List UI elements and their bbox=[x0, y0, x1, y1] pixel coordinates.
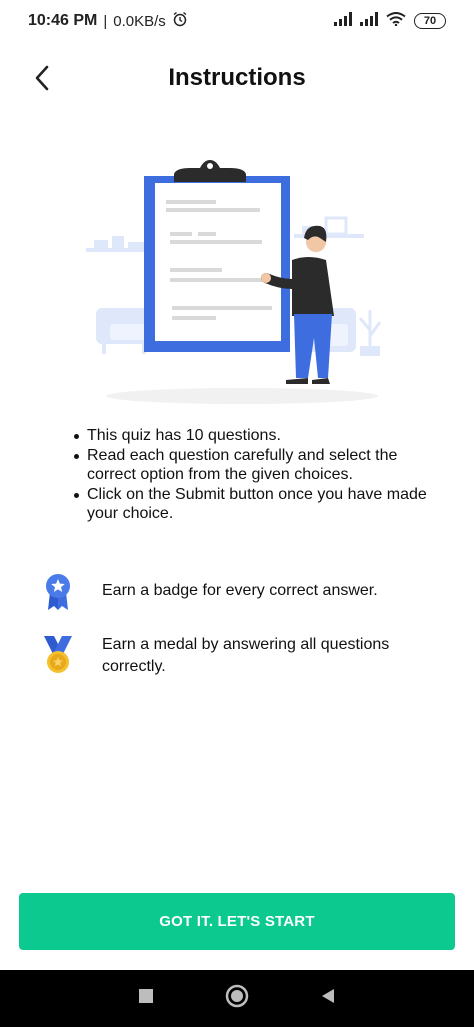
clipboard-person-illustration bbox=[80, 160, 390, 410]
signal-icon-2 bbox=[360, 12, 378, 30]
battery-icon: 70 bbox=[414, 13, 446, 29]
badge-ribbon-icon bbox=[40, 572, 76, 612]
wifi-icon bbox=[386, 12, 406, 30]
reward-badge-text: Earn a badge for every correct answer. bbox=[102, 582, 378, 599]
medal-icon bbox=[40, 634, 76, 674]
square-recents-icon bbox=[138, 988, 154, 1009]
page-title: Instructions bbox=[168, 64, 306, 91]
list-item: Click on the Submit button once you have… bbox=[74, 485, 437, 524]
app-bar: Instructions bbox=[0, 52, 474, 106]
status-right: 70 bbox=[334, 12, 446, 30]
reward-badge: Earn a badge for every correct answer. bbox=[40, 572, 440, 612]
circle-home-icon bbox=[225, 984, 249, 1013]
status-time: 10:46 PM bbox=[28, 12, 98, 29]
instructions-list: This quiz has 10 questions. Read each qu… bbox=[70, 426, 437, 524]
start-quiz-button[interactable]: GOT IT. LET'S START bbox=[19, 893, 455, 950]
list-item: This quiz has 10 questions. bbox=[74, 426, 437, 446]
reward-medal-text: Earn a medal by answering all questions … bbox=[102, 636, 390, 675]
list-item: Read each question carefully and select … bbox=[74, 446, 437, 485]
system-nav-bar bbox=[0, 970, 474, 1027]
status-left: 10:46 PM | 0.0KB/s bbox=[28, 11, 188, 31]
status-separator: | bbox=[103, 12, 108, 30]
status-bar: 10:46 PM | 0.0KB/s 70 bbox=[0, 0, 474, 42]
home-button[interactable] bbox=[222, 984, 252, 1014]
recents-button[interactable] bbox=[131, 984, 161, 1014]
triangle-back-icon bbox=[319, 987, 337, 1010]
network-speed: 0.0KB/s bbox=[113, 12, 166, 30]
signal-icon bbox=[334, 12, 352, 30]
instructions-screen: 10:46 PM | 0.0KB/s 70 Instructions This … bbox=[0, 0, 474, 1027]
reward-medal: Earn a medal by answering all questions … bbox=[40, 634, 440, 678]
alarm-icon bbox=[172, 11, 188, 31]
back-nav-button[interactable] bbox=[313, 984, 343, 1014]
